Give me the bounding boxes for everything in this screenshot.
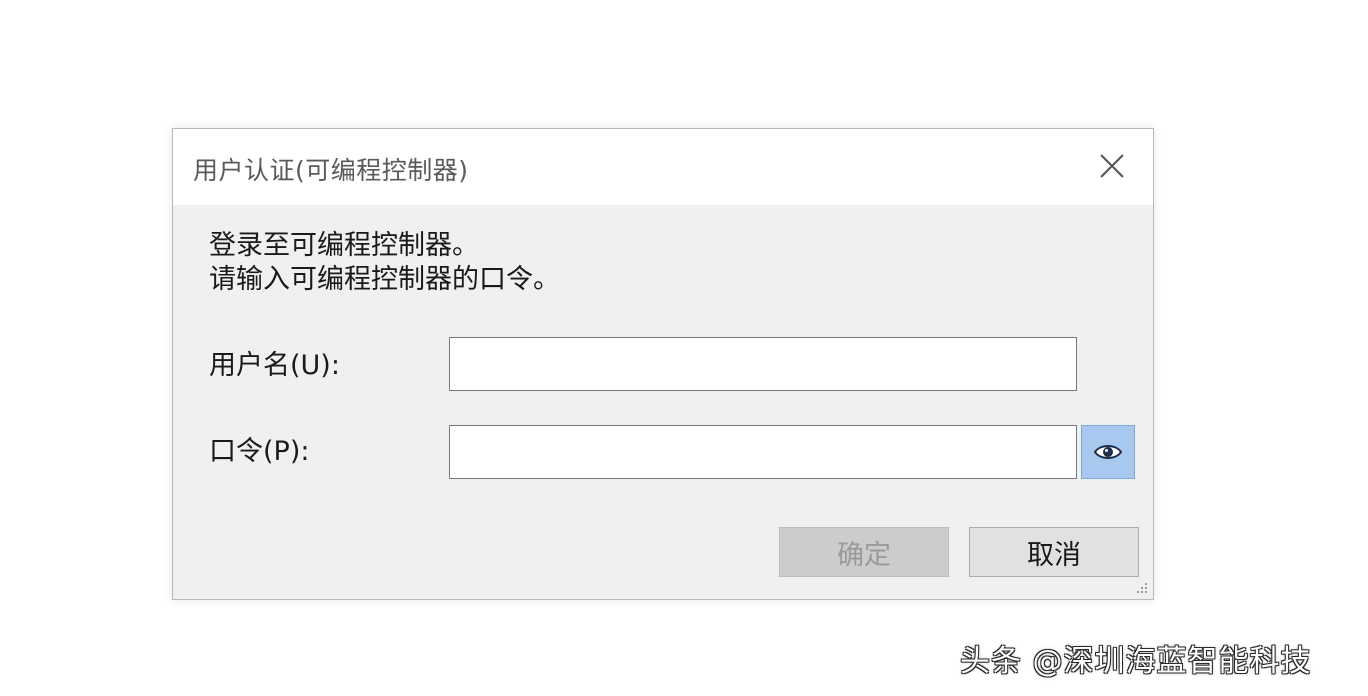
- watermark-text: 头条 @深圳海蓝智能科技: [960, 644, 1312, 679]
- close-icon: [1097, 151, 1127, 181]
- eye-icon: [1093, 442, 1123, 462]
- password-input[interactable]: [449, 425, 1077, 479]
- resize-grip-icon[interactable]: [1133, 579, 1149, 595]
- screen: 用户认证(可编程控制器) 登录至可编程控制器。 请输入可编程控制器的口令。 用户…: [0, 0, 1368, 696]
- show-password-button[interactable]: [1081, 425, 1135, 479]
- cancel-button[interactable]: 取消: [969, 527, 1139, 577]
- user-auth-dialog: 用户认证(可编程控制器) 登录至可编程控制器。 请输入可编程控制器的口令。 用户…: [172, 128, 1154, 600]
- dialog-titlebar[interactable]: 用户认证(可编程控制器): [173, 129, 1153, 205]
- password-label: 口令(P):: [209, 436, 310, 467]
- ok-button[interactable]: 确定: [779, 527, 949, 577]
- dialog-body: 登录至可编程控制器。 请输入可编程控制器的口令。 用户名(U): 口令(P): …: [173, 205, 1153, 599]
- close-button[interactable]: [1097, 151, 1127, 181]
- username-input[interactable]: [449, 337, 1077, 391]
- message-line-1: 登录至可编程控制器。: [209, 230, 479, 261]
- dialog-title: 用户认证(可编程控制器): [193, 156, 469, 185]
- username-label: 用户名(U):: [209, 350, 340, 381]
- message-line-2: 请输入可编程控制器的口令。: [209, 264, 560, 295]
